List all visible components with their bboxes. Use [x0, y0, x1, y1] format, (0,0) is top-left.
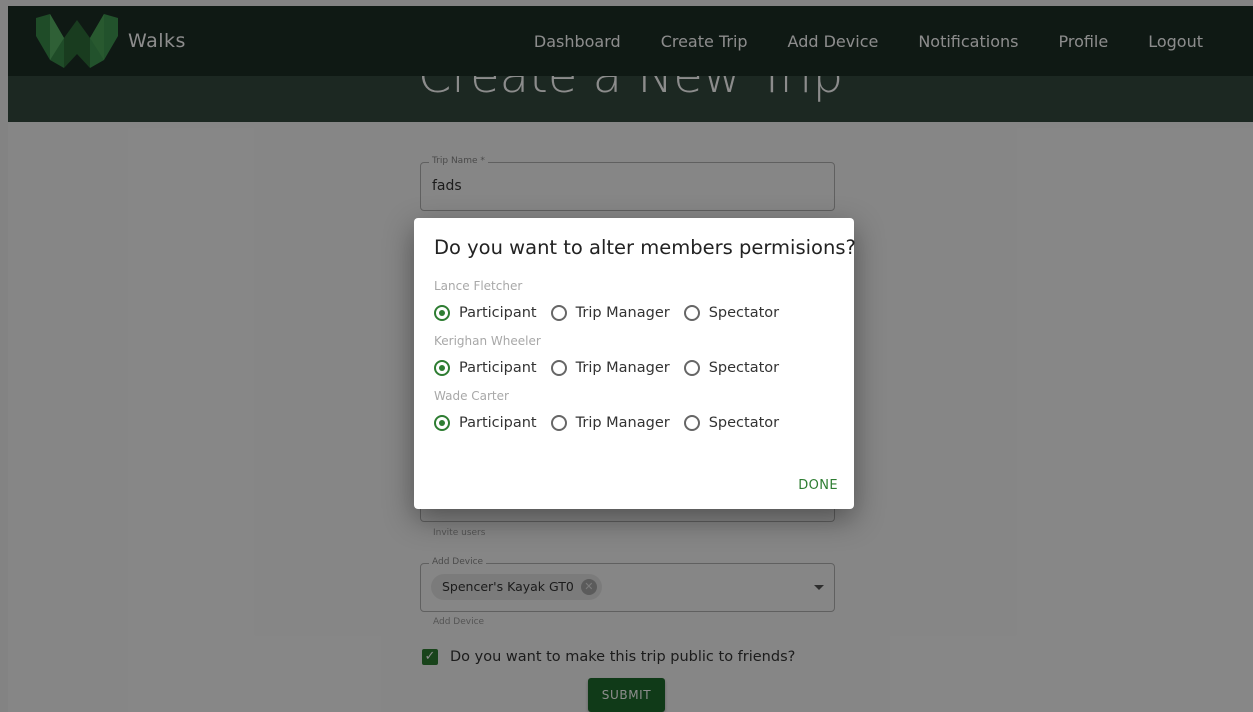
- dialog-title: Do you want to alter members permisions?: [434, 236, 856, 259]
- radio-checked-icon: [434, 305, 450, 321]
- radio-label: Participant: [459, 305, 537, 321]
- radio-participant[interactable]: Participant: [434, 305, 537, 321]
- radio-participant[interactable]: Participant: [434, 360, 537, 376]
- permissions-dialog: Do you want to alter members permisions?…: [414, 218, 856, 509]
- member-permission-group: Participant Trip Manager Spectator: [434, 357, 793, 379]
- member-name: Lance Fletcher: [434, 279, 523, 293]
- radio-label: Spectator: [708, 360, 780, 376]
- radio-unchecked-icon: [550, 415, 567, 431]
- radio-label: Trip Manager: [575, 360, 670, 376]
- radio-unchecked-icon: [683, 305, 700, 321]
- radio-checked-icon: [434, 415, 450, 431]
- radio-label: Participant: [459, 415, 537, 431]
- radio-trip-manager[interactable]: Trip Manager: [550, 360, 670, 376]
- radio-trip-manager[interactable]: Trip Manager: [550, 305, 670, 321]
- radio-unchecked-icon: [683, 415, 700, 431]
- radio-spectator[interactable]: Spectator: [683, 415, 780, 431]
- member-permission-group: Participant Trip Manager Spectator: [434, 302, 793, 324]
- radio-trip-manager[interactable]: Trip Manager: [550, 415, 670, 431]
- radio-label: Participant: [459, 360, 537, 376]
- member-name: Wade Carter: [434, 389, 509, 403]
- radio-checked-icon: [434, 360, 450, 376]
- radio-unchecked-icon: [683, 360, 700, 376]
- radio-unchecked-icon: [550, 305, 567, 321]
- member-permission-group: Participant Trip Manager Spectator: [434, 412, 793, 434]
- radio-spectator[interactable]: Spectator: [683, 305, 780, 321]
- radio-label: Spectator: [708, 415, 780, 431]
- radio-label: Spectator: [708, 305, 780, 321]
- radio-label: Trip Manager: [575, 415, 670, 431]
- done-button[interactable]: DONE: [798, 478, 838, 493]
- radio-label: Trip Manager: [575, 305, 670, 321]
- radio-participant[interactable]: Participant: [434, 415, 537, 431]
- radio-spectator[interactable]: Spectator: [683, 360, 780, 376]
- member-name: Kerighan Wheeler: [434, 334, 541, 348]
- radio-unchecked-icon: [550, 360, 567, 376]
